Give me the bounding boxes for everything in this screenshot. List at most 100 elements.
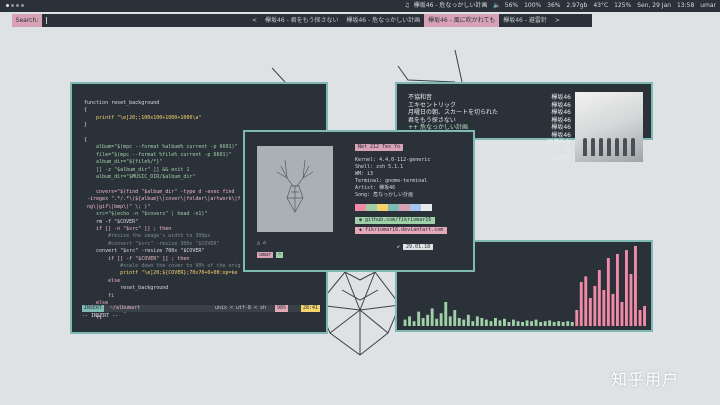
github-text: github.com/fikriomar16 bbox=[365, 217, 432, 223]
visualizer-bar bbox=[444, 302, 448, 326]
visualizer-bar bbox=[557, 321, 561, 326]
vim-mode-line: -- INSERT -- bbox=[82, 312, 119, 319]
palette-swatch bbox=[399, 204, 410, 211]
status-area: ♫ 欅坂46 - 危なっかしい計画 🔈 56% 100% 36% 2.97gb 43… bbox=[400, 0, 716, 12]
info-label: Kernel: bbox=[355, 157, 380, 163]
visualizer-bar bbox=[566, 321, 570, 326]
visualizer-bar bbox=[512, 319, 515, 326]
github-link[interactable]: ◉ github.com/fikriomar16 bbox=[355, 217, 436, 224]
visualizer-bar bbox=[611, 294, 615, 326]
palette-swatch bbox=[355, 204, 366, 211]
search-result-item[interactable]: 欅坂46 - 避雷針 bbox=[499, 14, 551, 27]
visualizer-bar bbox=[435, 318, 439, 326]
search-result-item[interactable]: > bbox=[551, 14, 564, 27]
visualizer-bar bbox=[403, 319, 407, 326]
workspace-indicators[interactable] bbox=[6, 0, 26, 12]
palette-swatch bbox=[410, 204, 421, 211]
visualizer-bar bbox=[570, 322, 574, 326]
song-item[interactable]: 月曜日の朝、スカートを切られた bbox=[408, 109, 498, 117]
visualizer-bar bbox=[408, 316, 411, 326]
visualizer-bar bbox=[412, 321, 416, 326]
palette-swatch bbox=[421, 204, 432, 211]
system-info-card: Net 212 Tex Yo Kernel: 4.4.0-112-generic… bbox=[243, 130, 475, 272]
memory-value: 2.97gb bbox=[566, 2, 588, 9]
temp1-value: 100% bbox=[524, 2, 542, 9]
song-item[interactable]: 不協和音 bbox=[408, 94, 498, 102]
code-line: function reset_background bbox=[84, 100, 160, 106]
prompt-user: umar bbox=[257, 252, 274, 258]
time-value: 13:58 bbox=[676, 2, 695, 9]
info-value: 4.4.0-112-generic bbox=[379, 157, 431, 163]
visualizer-bar bbox=[606, 258, 610, 326]
visualizer-bar bbox=[625, 250, 628, 326]
user-value: umar bbox=[700, 2, 716, 9]
card-date: ✔ 29.01.18 bbox=[397, 244, 434, 250]
search-result-item[interactable]: 欅坂46 - 君をもう探さない bbox=[261, 14, 342, 27]
visualizer-bar bbox=[439, 313, 443, 326]
artist-item: 欅坂46 bbox=[551, 131, 571, 139]
info-line: Kernel: 4.4.0-112-generic bbox=[355, 157, 447, 164]
volume-value: 56% bbox=[504, 2, 519, 9]
vim-cursor-position: 28:41 bbox=[300, 305, 320, 312]
visualizer-bar bbox=[475, 316, 479, 326]
album-art-image bbox=[575, 92, 643, 162]
visualizer-bar bbox=[638, 310, 642, 326]
hostname-tag: Net 212 Tex Yo bbox=[355, 144, 404, 151]
visualizer-bar bbox=[421, 318, 425, 326]
system-info: Net 212 Tex Yo Kernel: 4.4.0-112-generic… bbox=[355, 144, 448, 234]
song-search-bar[interactable]: Search: < 欅坂46 - 君をもう探さない 欅坂46 - 危なっかしい計画欅… bbox=[12, 14, 592, 27]
visualizer-bar bbox=[579, 282, 583, 326]
vim-statusline: INSERT ~/albumart unix < utf-8 < sh 98% … bbox=[82, 305, 320, 312]
palette-swatch bbox=[377, 204, 388, 211]
search-results: < 欅坂46 - 君をもう探さない 欅坂46 - 危なっかしい計画 欅坂46 - 風に… bbox=[248, 14, 564, 27]
palette-swatch bbox=[388, 204, 399, 211]
artist-item: 欅坂46 bbox=[551, 94, 571, 101]
brightness-value: 125% bbox=[614, 2, 632, 9]
search-result-item[interactable]: 欅坂46 - 危なっかしい計画 bbox=[342, 14, 424, 27]
code-line: } bbox=[84, 122, 88, 129]
deviantart-link[interactable]: ◆ fikriomar16.deviantart.com bbox=[355, 227, 448, 234]
visualizer-bar bbox=[426, 314, 430, 326]
code-line: { bbox=[84, 107, 88, 114]
visualizer-bar bbox=[489, 321, 493, 326]
search-result-item[interactable]: 欅坂46 - 風に吹かれても bbox=[424, 14, 500, 27]
info-label: WM: bbox=[355, 171, 368, 177]
artist-item: 欅坂46 bbox=[551, 116, 571, 124]
visualizer-bar bbox=[453, 310, 457, 326]
artist-item: 欅坂46 bbox=[551, 124, 571, 131]
visualizer-bar bbox=[462, 319, 466, 326]
code-line: else bbox=[84, 277, 121, 284]
date-badge: 29.01.18 bbox=[403, 244, 434, 250]
visualizer-bar bbox=[530, 321, 533, 326]
visualizer-bar bbox=[480, 318, 484, 326]
visualizer-bar bbox=[448, 316, 452, 326]
music-note-icon: ♫ bbox=[404, 2, 410, 9]
visualizer-bar bbox=[634, 246, 637, 326]
song-item[interactable]: 君をもう探さない bbox=[408, 117, 498, 125]
visualizer-bar bbox=[575, 310, 579, 326]
info-line: WM: i3 bbox=[355, 171, 447, 178]
visualizer-bar bbox=[643, 306, 646, 326]
visualizer-bar bbox=[503, 318, 506, 326]
info-line: Shell: zsh 5.1.1 bbox=[355, 164, 447, 171]
visualizer-bar bbox=[498, 320, 502, 326]
warning-icon: △ bbox=[257, 240, 261, 246]
vim-mode-badge: INSERT bbox=[82, 305, 105, 312]
song-item[interactable]: エキセントリック bbox=[408, 102, 498, 110]
info-label: Artist: bbox=[355, 185, 380, 191]
artist-item: 欅坂46 bbox=[551, 101, 571, 109]
visualizer-bar bbox=[543, 321, 547, 326]
shell-icons: △ ⌂ bbox=[257, 240, 266, 246]
visualizer-bar bbox=[548, 320, 552, 326]
visualizer-bar bbox=[457, 318, 461, 326]
search-input-caret[interactable] bbox=[46, 17, 47, 24]
volume-icon: 🔈 bbox=[493, 2, 501, 9]
search-result-item[interactable]: < bbox=[248, 14, 261, 27]
visualizer-bar bbox=[602, 290, 606, 326]
top-status-bar: ♫ 欅坂46 - 危なっかしい計画 🔈 56% 100% 36% 2.97gb 43… bbox=[0, 0, 720, 12]
visualizer-bar bbox=[588, 298, 592, 326]
visualizer-bar bbox=[593, 286, 597, 326]
info-value: zsh 5.1.1 bbox=[376, 164, 404, 170]
code-line: fi bbox=[84, 314, 103, 321]
deviantart-text: fikriomar16.deviantart.com bbox=[365, 227, 444, 233]
